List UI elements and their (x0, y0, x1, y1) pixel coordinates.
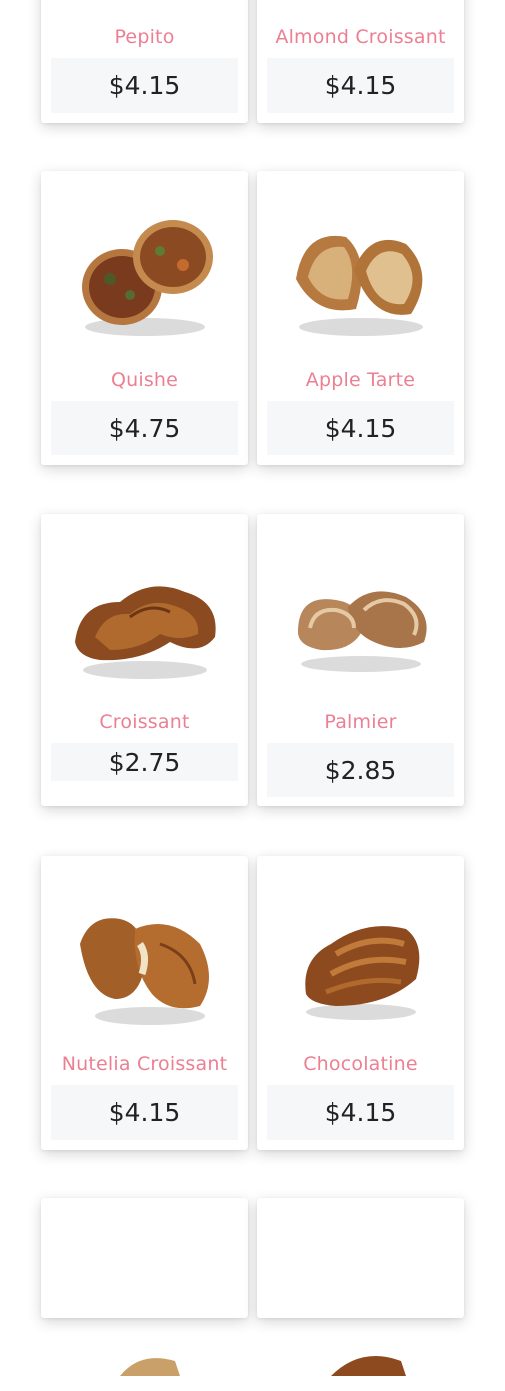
product-card[interactable]: Nutelia Croissant $4.15 (41, 856, 248, 1150)
product-name: Almond Croissant (275, 26, 446, 48)
product-card[interactable] (257, 1198, 464, 1376)
product-price: $2.85 (267, 743, 454, 797)
product-name: Nutelia Croissant (61, 1053, 228, 1075)
almond-croissant-image (257, 0, 464, 10)
product-name: Apple Tarte (305, 369, 416, 391)
nutella-croissant-image (41, 869, 248, 1049)
product-card[interactable]: Croissant $2.75 (41, 514, 248, 806)
pastry-image (41, 1211, 248, 1391)
product-card[interactable]: Pepito $4.15 (41, 0, 248, 123)
product-card[interactable]: Apple Tarte $4.15 (257, 171, 464, 465)
product-price: $2.75 (51, 743, 238, 781)
product-price: $4.75 (51, 401, 238, 455)
product-price: $4.15 (51, 1085, 238, 1140)
pastry-image (257, 1211, 464, 1391)
product-card[interactable]: Quishe $4.75 (41, 171, 248, 465)
product-price: $4.15 (267, 58, 454, 113)
product-name: Quishe (110, 369, 179, 391)
product-grid: Pepito $4.15 Almond Croissant $4.15 Quis… (0, 0, 505, 1376)
palmier-image (257, 527, 464, 707)
product-price: $4.15 (267, 1085, 454, 1140)
product-card[interactable]: Almond Croissant $4.15 (257, 0, 464, 123)
product-name: Chocolatine (303, 1053, 418, 1075)
product-price: $4.15 (51, 58, 238, 113)
product-card[interactable]: Chocolatine $4.15 (257, 856, 464, 1150)
product-name: Pepito (114, 26, 175, 48)
product-card[interactable] (41, 1198, 248, 1376)
product-price: $4.15 (267, 401, 454, 455)
product-card[interactable]: Palmier $2.85 (257, 514, 464, 806)
product-name: Palmier (324, 711, 397, 733)
pepito-pastry-image (41, 0, 248, 10)
quiche-image (41, 184, 248, 364)
apple-tart-image (257, 184, 464, 364)
product-name: Croissant (99, 711, 190, 733)
chocolatine-image (257, 869, 464, 1049)
croissant-image (41, 527, 248, 707)
